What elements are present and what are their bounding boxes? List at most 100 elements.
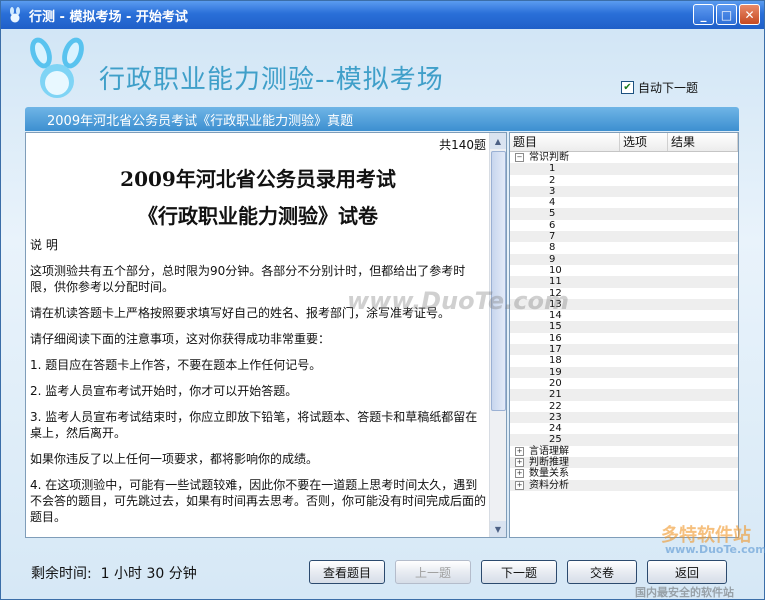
exam-document: 2009年河北省公务员录用考试 《行政职业能力测验》试卷 说 明 这项测验共有五… bbox=[30, 155, 486, 535]
close-button[interactable]: ✕ bbox=[739, 4, 760, 25]
remaining-time: 剩余时间: 1 小时 30 分钟 bbox=[31, 563, 197, 583]
next-question-button[interactable]: 下一题 bbox=[481, 560, 557, 584]
app-title: 行政职业能力测验--模拟考场 bbox=[99, 65, 444, 95]
window-title: 行测 - 模拟考场 - 开始考试 bbox=[29, 9, 188, 25]
tree-question-number: 23 bbox=[549, 411, 562, 423]
column-header-result[interactable]: 结果 bbox=[668, 133, 738, 151]
expand-icon[interactable]: + bbox=[515, 469, 524, 479]
tree-question-row[interactable]: 20 bbox=[510, 378, 738, 389]
tree-question-row[interactable]: 14 bbox=[510, 310, 738, 321]
tree-question-number: 17 bbox=[549, 344, 562, 356]
view-question-button[interactable]: 查看题目 bbox=[309, 560, 385, 584]
tree-category-label: 言语理解 bbox=[529, 445, 569, 457]
tree-question-row[interactable]: 5 bbox=[510, 208, 738, 220]
tree-question-row[interactable]: 10 bbox=[510, 265, 738, 276]
auto-next-toggle[interactable]: ✔ 自动下一题 bbox=[621, 79, 698, 96]
tree-category-row[interactable]: + 数量关系 bbox=[510, 468, 738, 479]
tree-question-number: 25 bbox=[549, 434, 562, 446]
tree-question-number: 18 bbox=[549, 355, 562, 367]
tree-question-row[interactable]: 9 bbox=[510, 253, 738, 265]
instruction-paragraph: 请在机读答题卡上严格按照要求填写好自己的姓名、报考部门，涂写准考证号。 bbox=[30, 306, 451, 320]
column-header-question[interactable]: 题目 bbox=[510, 133, 620, 151]
tree-question-number: 3 bbox=[549, 185, 556, 197]
hour-unit: 小时 bbox=[114, 566, 142, 582]
tree-question-row[interactable]: 8 bbox=[510, 242, 738, 253]
tree-question-number: 5 bbox=[549, 208, 556, 220]
instruction-paragraph: 请仔细阅读下面的注意事项，这对你获得成功非常重要： bbox=[30, 332, 331, 346]
tree-question-number: 8 bbox=[549, 242, 556, 254]
prev-question-button[interactable]: 上一题 bbox=[395, 560, 471, 584]
close-icon: ✕ bbox=[744, 7, 755, 22]
tree-question-row[interactable]: 1 bbox=[510, 163, 738, 175]
question-count: 共140题 bbox=[439, 138, 486, 152]
tree-question-row[interactable]: 13 bbox=[510, 298, 738, 311]
tree-question-row[interactable]: 17 bbox=[510, 344, 738, 356]
tree-question-row[interactable]: 11 bbox=[510, 276, 738, 288]
tree-category-row[interactable]: − 常识判断 bbox=[510, 152, 738, 163]
tree-question-number: 21 bbox=[549, 389, 562, 401]
instruction-paragraph: 这项测验共有五个部分，总时限为90分钟。各部分不分别计时，但都给出了参考时限，供… bbox=[30, 264, 466, 294]
window-controls: _ □ ✕ bbox=[693, 4, 760, 25]
tree-question-row[interactable]: 21 bbox=[510, 389, 738, 401]
tree-question-row[interactable]: 23 bbox=[510, 411, 738, 424]
remaining-time-label: 剩余时间: bbox=[31, 566, 92, 582]
exam-title: 2009年河北省公务员考试《行政职业能力测验》真题 bbox=[47, 113, 354, 129]
tree-question-number: 2 bbox=[549, 174, 556, 186]
minimize-icon: _ bbox=[700, 7, 707, 22]
tree-category-row[interactable]: + 资料分析 bbox=[510, 479, 738, 491]
tree-question-row[interactable]: 7 bbox=[510, 231, 738, 243]
tree-question-row[interactable]: 16 bbox=[510, 333, 738, 344]
scroll-up-arrow-icon[interactable]: ▲ bbox=[490, 133, 506, 149]
instruction-paragraph: 1. 题目应在答题卡上作答，不要在题本上作任何记号。 bbox=[30, 358, 322, 372]
expand-icon[interactable]: + bbox=[515, 458, 524, 468]
expand-icon[interactable]: + bbox=[515, 446, 524, 456]
collapse-icon[interactable]: − bbox=[515, 153, 524, 163]
tree-question-row[interactable]: 22 bbox=[510, 401, 738, 412]
tree-question-row[interactable]: 6 bbox=[510, 220, 738, 231]
tree-question-row[interactable]: 3 bbox=[510, 185, 738, 198]
tree-question-number: 1 bbox=[549, 163, 556, 175]
tree-question-number: 4 bbox=[549, 197, 556, 209]
tree-question-row[interactable]: 25 bbox=[510, 434, 738, 446]
question-tree: − 常识判断 1 2 3 4 5 6 7 8 9 10 11 12 13 14 15 16 17 18 19 20 21 22… bbox=[510, 152, 738, 491]
instruction-paragraph: 4. 在这项测验中，可能有一些试题较难，因此你不要在一道题上思考时间太久，遇到不… bbox=[30, 478, 487, 524]
tree-question-row[interactable]: 15 bbox=[510, 321, 738, 333]
auto-next-label: 自动下一题 bbox=[638, 81, 699, 95]
rabbit-logo-icon bbox=[30, 37, 84, 98]
tree-category-row[interactable]: + 判断推理 bbox=[510, 457, 738, 469]
tree-question-number: 12 bbox=[549, 287, 562, 299]
column-header-option[interactable]: 选项 bbox=[620, 133, 668, 151]
watermark-slogan: 国内最安全的软件站 bbox=[635, 586, 734, 599]
question-tree-pane: 题目 选项 结果 − 常识判断 1 2 3 4 5 6 7 8 9 10 11 12 13 14 15 16 17 1… bbox=[509, 132, 739, 538]
instruction-paragraph: 2. 监考人员宣布考试开始时，你才可以开始答题。 bbox=[30, 384, 298, 398]
tree-question-number: 6 bbox=[549, 219, 556, 231]
submit-exam-button[interactable]: 交卷 bbox=[567, 560, 637, 584]
tree-question-row[interactable]: 12 bbox=[510, 288, 738, 299]
tree-question-row[interactable]: 18 bbox=[510, 355, 738, 366]
tree-question-number: 7 bbox=[549, 231, 556, 243]
tree-question-row[interactable]: 19 bbox=[510, 366, 738, 378]
tree-question-row[interactable]: 24 bbox=[510, 423, 738, 434]
app-rabbit-icon bbox=[10, 7, 20, 23]
maximize-button[interactable]: □ bbox=[716, 4, 737, 25]
minimize-button[interactable]: _ bbox=[693, 4, 714, 25]
app-header: 行政职业能力测验--模拟考场 ✔ 自动下一题 bbox=[1, 29, 764, 107]
tree-question-number: 20 bbox=[549, 377, 562, 389]
scroll-down-arrow-icon[interactable]: ▼ bbox=[490, 521, 506, 537]
question-content-pane: 共140题 2009年河北省公务员录用考试 《行政职业能力测验》试卷 说 明 这… bbox=[25, 132, 507, 538]
tree-header: 题目 选项 结果 bbox=[510, 133, 738, 152]
content-scrollbar[interactable]: ▲ ▼ bbox=[489, 133, 506, 537]
document-heading: 2009年河北省公务员录用考试 bbox=[120, 167, 396, 191]
tree-category-row[interactable]: + 言语理解 bbox=[510, 446, 738, 457]
tree-question-number: 16 bbox=[549, 332, 562, 344]
tree-question-row[interactable]: 4 bbox=[510, 197, 738, 208]
back-button[interactable]: 返回 bbox=[647, 560, 727, 584]
tree-question-number: 19 bbox=[549, 366, 562, 378]
instruction-paragraph: 如果你违反了以上任何一项要求，都将影响你的成绩。 bbox=[30, 452, 319, 466]
tree-question-number: 15 bbox=[549, 321, 562, 333]
auto-next-checkbox[interactable]: ✔ bbox=[621, 81, 634, 94]
expand-icon[interactable]: + bbox=[515, 480, 524, 490]
tree-question-row[interactable]: 2 bbox=[510, 175, 738, 186]
scroll-thumb[interactable] bbox=[491, 151, 506, 411]
tree-question-number: 14 bbox=[549, 310, 562, 322]
